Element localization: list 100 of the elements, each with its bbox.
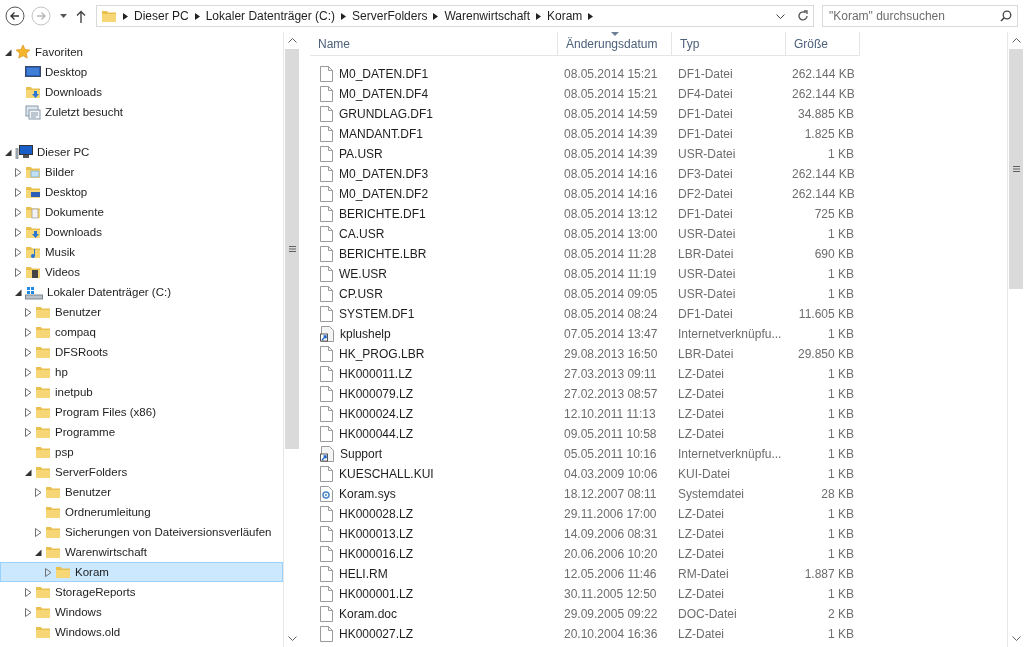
- scroll-thumb[interactable]: [285, 49, 299, 449]
- file-name[interactable]: kplushelp: [340, 327, 391, 341]
- dropdown-icon[interactable]: [776, 13, 785, 19]
- column-header[interactable]: Größe: [786, 32, 860, 55]
- file-name[interactable]: Koram.sys: [339, 487, 396, 501]
- file-name[interactable]: HK_PROG.LBR: [339, 347, 425, 361]
- collapse-icon[interactable]: [24, 467, 32, 477]
- tree-item[interactable]: Dieser PC: [0, 142, 283, 162]
- tree-item[interactable]: Musik: [0, 242, 283, 262]
- expand-icon[interactable]: [34, 527, 42, 537]
- scroll-down-icon[interactable]: [287, 636, 297, 641]
- expand-icon[interactable]: [14, 227, 22, 237]
- file-name[interactable]: M0_DATEN.DF3: [339, 167, 429, 181]
- expand-icon[interactable]: [34, 487, 42, 497]
- tree-item[interactable]: Lokaler Datenträger (C:): [0, 282, 283, 302]
- back-button[interactable]: [4, 5, 26, 27]
- tree-item[interactable]: Ordnerumleitung: [0, 502, 283, 522]
- tree-item[interactable]: Dokumente: [0, 202, 283, 222]
- collapse-icon[interactable]: [4, 47, 12, 57]
- expand-icon[interactable]: [14, 167, 22, 177]
- search-field[interactable]: "Koram" durchsuchen: [822, 5, 1018, 27]
- file-name[interactable]: PA.USR: [339, 147, 383, 161]
- tree-item[interactable]: Downloads: [0, 82, 283, 102]
- tree-item[interactable]: Programme: [0, 422, 283, 442]
- expand-icon[interactable]: [24, 307, 32, 317]
- column-header[interactable]: Änderungsdatum: [558, 32, 672, 55]
- scroll-thumb[interactable]: [1009, 49, 1023, 289]
- file-name[interactable]: HK000044.LZ: [339, 427, 414, 441]
- column-header[interactable]: Typ: [672, 32, 786, 55]
- tree-item[interactable]: Desktop: [0, 62, 283, 82]
- collapse-icon[interactable]: [34, 547, 42, 557]
- tree-item[interactable]: psp: [0, 442, 283, 462]
- tree-item[interactable]: compaq: [0, 322, 283, 342]
- tree-item[interactable]: ServerFolders: [0, 462, 283, 482]
- tree-item[interactable]: StorageReports: [0, 582, 283, 602]
- tree-item[interactable]: Warenwirtschaft: [0, 542, 283, 562]
- file-name[interactable]: M0_DATEN.DF2: [339, 187, 429, 201]
- expand-icon[interactable]: [24, 347, 32, 357]
- file-name[interactable]: BERICHTE.LBR: [339, 247, 427, 261]
- tree-item[interactable]: Bilder: [0, 162, 283, 182]
- navigation-scrollbar[interactable]: [283, 32, 300, 647]
- expand-icon[interactable]: [14, 207, 22, 217]
- collapse-icon[interactable]: [14, 287, 22, 297]
- breadcrumb[interactable]: Dieser PC: [134, 9, 189, 23]
- file-name[interactable]: CA.USR: [339, 227, 385, 241]
- file-name[interactable]: BERICHTE.DF1: [339, 207, 426, 221]
- tree-item[interactable]: inetpub: [0, 382, 283, 402]
- expand-icon[interactable]: [24, 587, 32, 597]
- breadcrumb[interactable]: Koram: [547, 9, 583, 23]
- tree-item[interactable]: Program Files (x86): [0, 402, 283, 422]
- scroll-down-icon[interactable]: [1011, 636, 1021, 641]
- tree-item[interactable]: Benutzer: [0, 302, 283, 322]
- file-name[interactable]: KUESCHALL.KUI: [339, 467, 434, 481]
- file-name[interactable]: HK000001.LZ: [339, 587, 414, 601]
- file-name[interactable]: M0_DATEN.DF4: [339, 87, 429, 101]
- expand-icon[interactable]: [14, 187, 22, 197]
- file-name[interactable]: Support: [340, 447, 383, 461]
- breadcrumb[interactable]: Warenwirtschaft: [444, 9, 530, 23]
- file-name[interactable]: GRUNDLAG.DF1: [339, 107, 433, 121]
- tree-item[interactable]: Zuletzt besucht: [0, 102, 283, 122]
- tree-item[interactable]: Sicherungen von Dateiversionsverläufen: [0, 522, 283, 542]
- file-name[interactable]: HK000079.LZ: [339, 387, 414, 401]
- tree-item[interactable]: Koram: [0, 562, 283, 582]
- file-name[interactable]: HK000027.LZ: [339, 627, 414, 641]
- file-name[interactable]: HK000016.LZ: [339, 547, 414, 561]
- column-header[interactable]: Name: [310, 32, 558, 55]
- address-bar[interactable]: Dieser PC Lokaler Datenträger (C:) ServerFolders Warenwirtschaft Koram: [96, 5, 814, 27]
- scroll-up-icon[interactable]: [1011, 38, 1021, 43]
- file-list-scrollbar[interactable]: [1007, 32, 1024, 647]
- file-name[interactable]: CP.USR: [339, 287, 383, 301]
- tree-item[interactable]: DFSRoots: [0, 342, 283, 362]
- tree-item[interactable]: Benutzer: [0, 482, 283, 502]
- search-icon[interactable]: [1000, 10, 1012, 22]
- expand-icon[interactable]: [14, 267, 22, 277]
- expand-icon[interactable]: [24, 367, 32, 377]
- tree-item[interactable]: Windows: [0, 602, 283, 622]
- collapse-icon[interactable]: [4, 147, 12, 157]
- scroll-up-icon[interactable]: [287, 38, 297, 43]
- file-name[interactable]: HK000011.LZ: [339, 367, 413, 381]
- tree-item[interactable]: Desktop: [0, 182, 283, 202]
- refresh-icon[interactable]: [797, 10, 809, 22]
- file-name[interactable]: MANDANT.DF1: [339, 127, 423, 141]
- breadcrumb[interactable]: Lokaler Datenträger (C:): [205, 9, 336, 23]
- expand-icon[interactable]: [14, 247, 22, 257]
- file-name[interactable]: SYSTEM.DF1: [339, 307, 415, 321]
- expand-icon[interactable]: [24, 427, 32, 437]
- expand-icon[interactable]: [24, 327, 32, 337]
- tree-item[interactable]: Downloads: [0, 222, 283, 242]
- expand-icon[interactable]: [44, 567, 52, 577]
- file-name[interactable]: WE.USR: [339, 267, 387, 281]
- file-name[interactable]: HK000028.LZ: [339, 507, 414, 521]
- tree-item[interactable]: hp: [0, 362, 283, 382]
- file-name[interactable]: M0_DATEN.DF1: [339, 67, 429, 81]
- tree-item[interactable]: Videos: [0, 262, 283, 282]
- file-name[interactable]: HK000024.LZ: [339, 407, 414, 421]
- expand-icon[interactable]: [24, 607, 32, 617]
- file-name[interactable]: Koram.doc: [339, 607, 398, 621]
- breadcrumb[interactable]: ServerFolders: [352, 9, 428, 23]
- tree-item[interactable]: Favoriten: [0, 42, 283, 62]
- file-name[interactable]: HELI.RM: [339, 567, 388, 581]
